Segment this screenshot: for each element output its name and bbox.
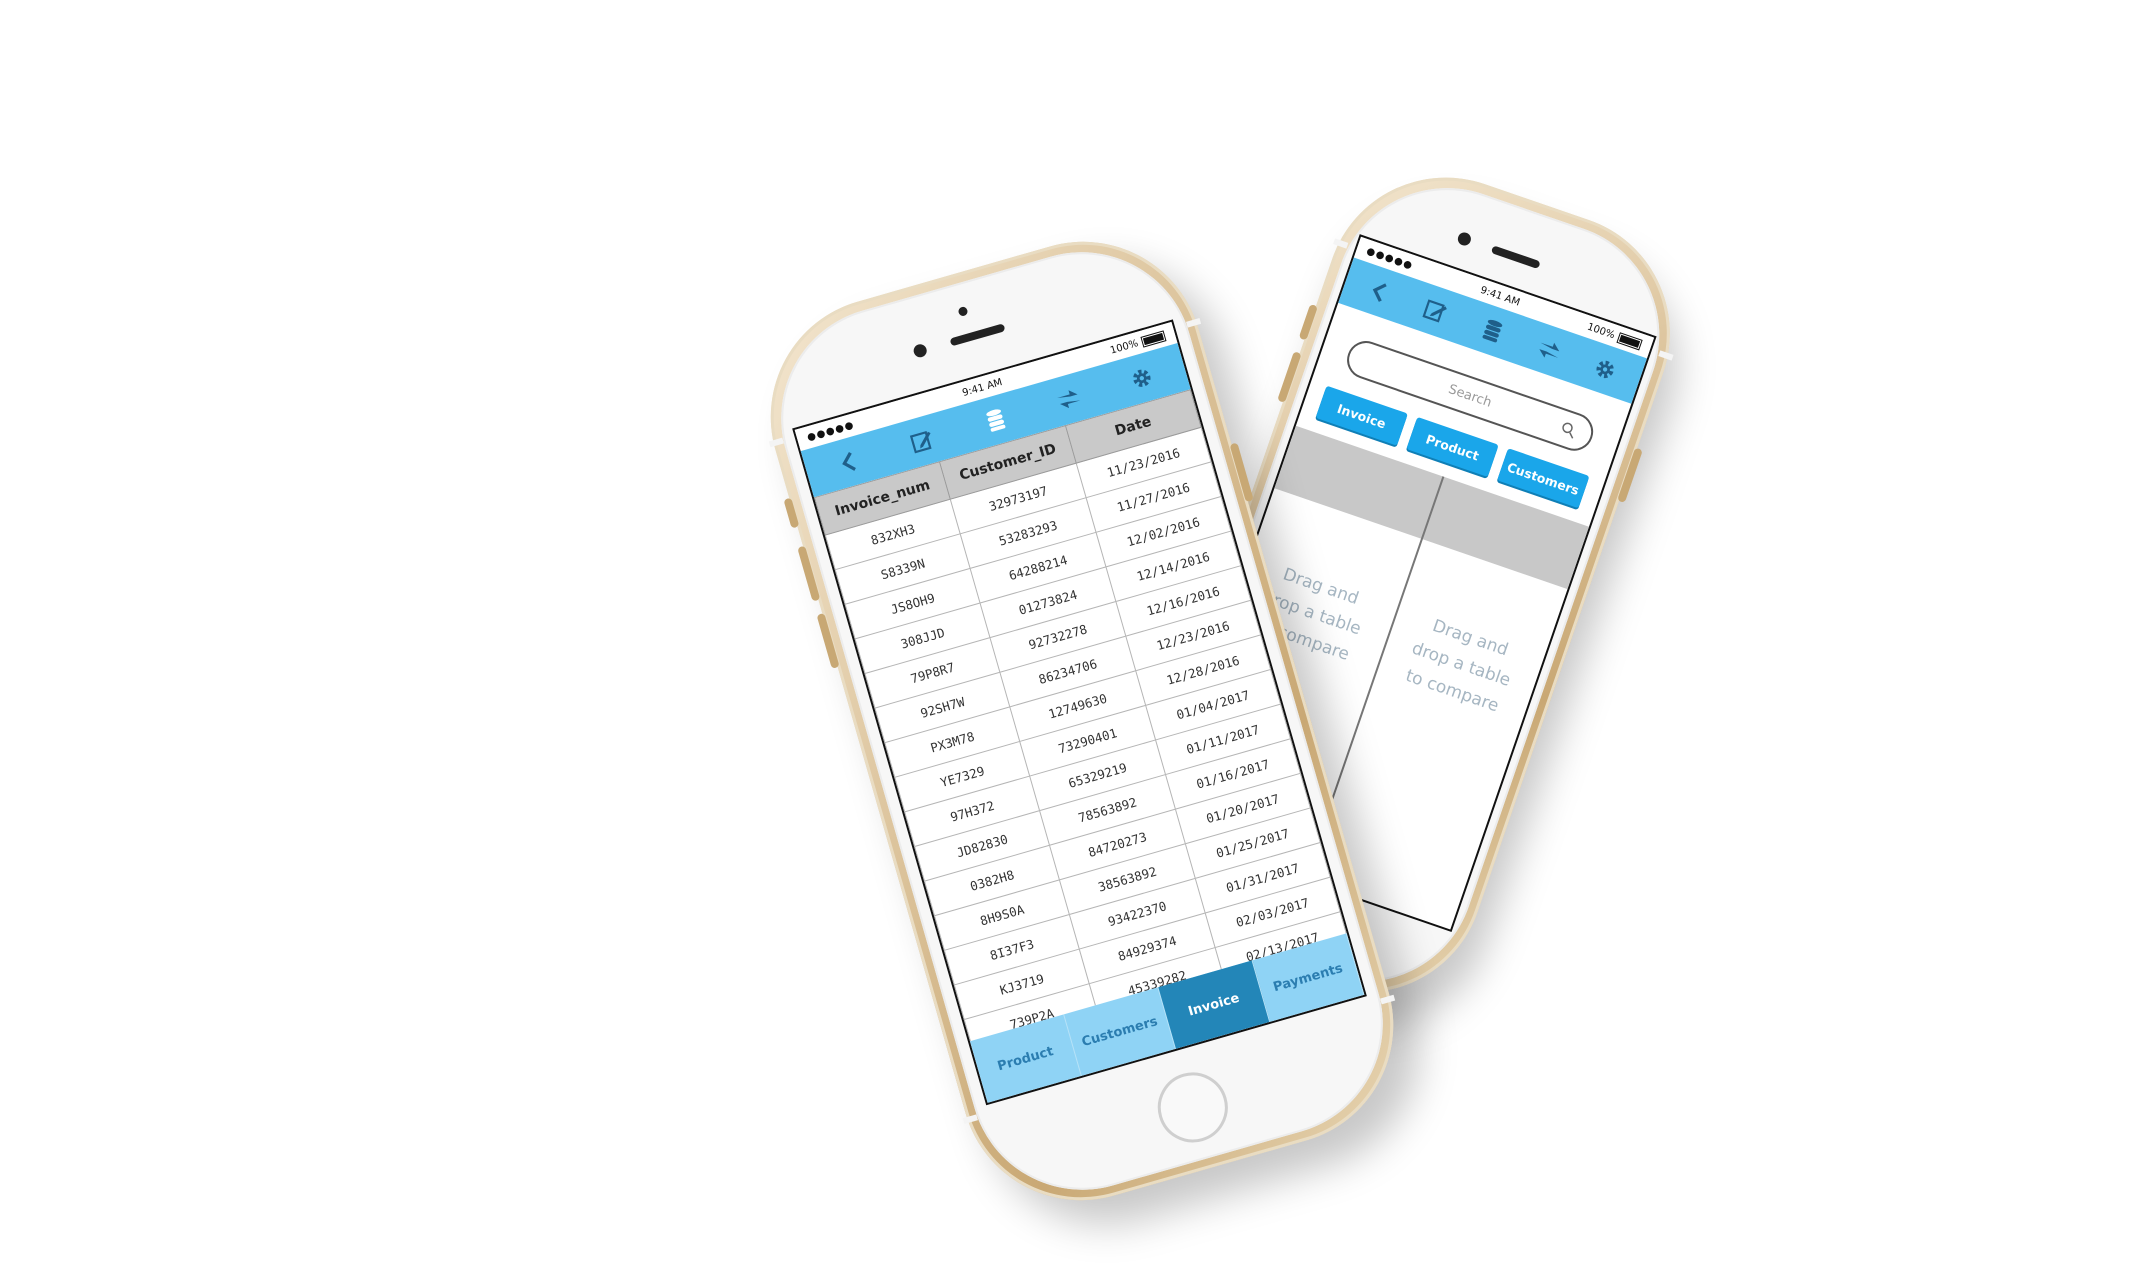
volume-button (1298, 303, 1318, 341)
antenna-band (1658, 350, 1674, 361)
battery-percent: 100% (1585, 321, 1617, 341)
database-icon[interactable] (977, 402, 1014, 439)
antenna-band (768, 437, 784, 448)
mute-switch (783, 497, 800, 529)
edit-icon[interactable] (904, 423, 941, 460)
search-icon (1562, 422, 1574, 439)
drop-zone-right[interactable]: Drag and drop a table to compare (1382, 602, 1541, 727)
back-icon[interactable] (831, 443, 868, 480)
edit-icon[interactable] (1417, 292, 1455, 330)
compare-icon[interactable] (1050, 381, 1087, 418)
antenna-band (1186, 318, 1202, 328)
antenna-band (1333, 238, 1349, 249)
mockup-stage: ●●●●● 9:41 AM 100% Search Invoice Produc… (0, 0, 2132, 1280)
antenna-band (1380, 994, 1396, 1005)
compare-icon[interactable] (1530, 331, 1568, 369)
database-icon[interactable] (1473, 312, 1511, 350)
battery-icon (1616, 331, 1643, 350)
gear-icon[interactable] (1586, 350, 1624, 388)
battery-percent: 100% (1108, 337, 1140, 357)
antenna-band (962, 1114, 978, 1124)
search-placeholder: Search (1446, 381, 1494, 411)
back-icon[interactable] (1361, 273, 1399, 311)
battery-icon (1140, 329, 1167, 348)
gear-icon[interactable] (1123, 360, 1160, 397)
